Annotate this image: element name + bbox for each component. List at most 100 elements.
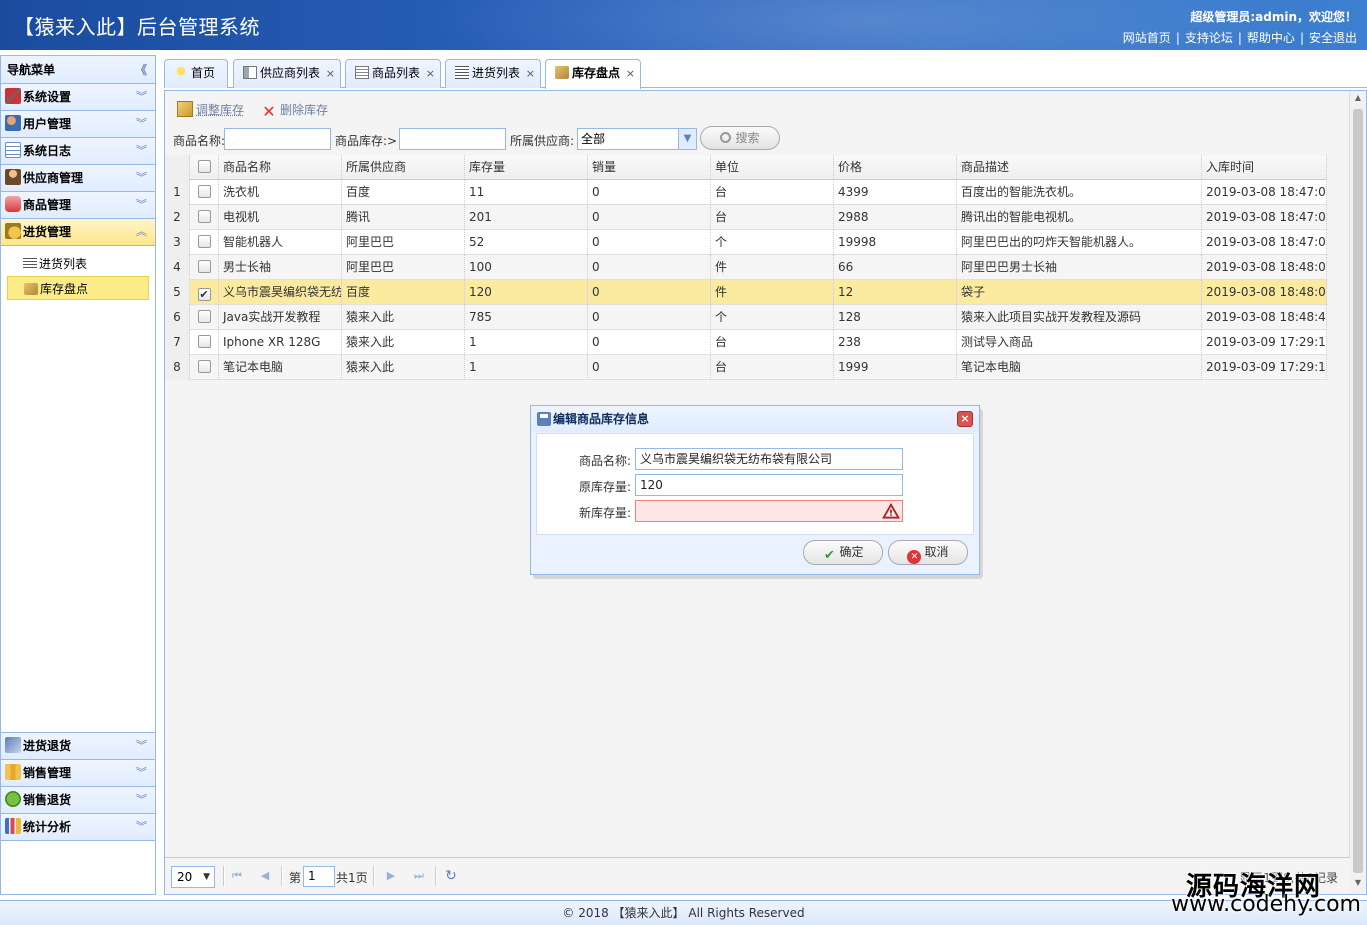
last-page-icon[interactable]: ⏭ <box>411 866 427 886</box>
row-select-cell[interactable] <box>190 280 219 305</box>
row-checkbox[interactable] <box>197 260 211 273</box>
column-header[interactable]: 单位 <box>711 155 834 180</box>
delete-stock-button[interactable]: ✕ 删除库存 <box>261 99 328 121</box>
table-row[interactable]: 5 义乌市震昊编织袋无纺百度1200件12袋子2019-03-08 18:48:0… <box>165 280 1327 305</box>
scroll-down-icon[interactable]: ▼ <box>1350 878 1366 892</box>
sidebar: 导航菜单 《 系统设置 ︾ 用户管理 ︾ 系统日志 ︾ 供应商管理 ︾ 商品管理… <box>0 55 156 895</box>
table-row[interactable]: 6 Java实战开发教程 猿来入此 785 0 个 128 猿来入此项目实战开发教程及源码 20… <box>165 305 1327 330</box>
table-row[interactable]: 1 洗衣机 百度 11 0 台 4399 百度出的智能洗衣机。 2019-03-08 18:47… <box>165 180 1327 205</box>
column-header[interactable]: 商品描述 <box>957 155 1202 180</box>
tab-label: 首页 <box>191 66 216 80</box>
sidebar-section-user-management[interactable]: 用户管理 ︾ <box>1 111 155 138</box>
purchase-icon <box>5 223 21 239</box>
table-row[interactable]: 7 Iphone XR 128G 猿来入此 1 0 台 238 测试导入商品 2019-03-0… <box>165 330 1327 355</box>
table-cell: 阿里巴巴出的叼炸天智能机器人。 <box>957 230 1202 255</box>
sidebar-section-supplier-management[interactable]: 供应商管理 ︾ <box>1 165 155 192</box>
table-cell: 0 <box>588 205 711 230</box>
users-icon <box>5 115 21 131</box>
scroll-up-icon[interactable]: ▲ <box>1350 93 1366 107</box>
collapse-sidebar-icon[interactable]: 《 <box>135 56 147 84</box>
close-tab-icon[interactable]: × <box>526 60 535 87</box>
row-select-cell[interactable] <box>190 230 219 255</box>
column-header[interactable]: 库存量 <box>465 155 588 180</box>
close-icon[interactable]: × <box>957 411 973 427</box>
table-row[interactable]: 8 笔记本电脑 猿来入此 1 0 台 1999 笔记本电脑 2019-03-09 17:29:1… <box>165 355 1327 380</box>
sidebar-section-sales-return[interactable]: 销售退货 ︾ <box>1 787 155 814</box>
row-checkbox[interactable] <box>197 235 211 248</box>
tab-home[interactable]: 首页 <box>164 59 228 88</box>
confirm-button[interactable]: ✔ 确定 <box>803 540 883 565</box>
help-link[interactable]: 帮助中心 <box>1247 31 1295 45</box>
row-select-cell[interactable] <box>190 330 219 355</box>
sidebar-item-stock-check[interactable]: 库存盘点 <box>7 276 149 300</box>
row-select-cell[interactable] <box>190 305 219 330</box>
row-checkbox[interactable] <box>197 185 211 198</box>
row-select-cell[interactable] <box>190 205 219 230</box>
scrollbar-thumb[interactable] <box>1353 109 1363 873</box>
logout-link[interactable]: 安全退出 <box>1309 31 1357 45</box>
close-tab-icon[interactable]: × <box>626 60 635 87</box>
vertical-scrollbar[interactable]: ▲ ▼ <box>1349 91 1365 894</box>
tab-purchase-list[interactable]: 进货列表 × <box>445 59 541 88</box>
sidebar-section-product-management[interactable]: 商品管理 ︾ <box>1 192 155 219</box>
column-header[interactable]: 所属供应商 <box>342 155 465 180</box>
column-header[interactable]: 商品名称 <box>219 155 342 180</box>
column-header[interactable]: 入库时间 <box>1202 155 1327 180</box>
tab-stock-check[interactable]: 库存盘点 × <box>545 59 641 89</box>
dialog-header: 编辑商品库存信息 × <box>531 406 979 432</box>
sales-icon <box>5 764 21 780</box>
column-header[interactable]: 价格 <box>834 155 957 180</box>
table-row[interactable]: 4 男士长袖 阿里巴巴 100 0 件 66 阿里巴巴男士长袖 2019-03-08 18:48… <box>165 255 1327 280</box>
column-header[interactable]: 销量 <box>588 155 711 180</box>
product-name-field[interactable]: 义乌市震昊编织袋无纺布袋有限公司 <box>635 448 903 470</box>
product-name-input[interactable] <box>224 128 331 150</box>
row-select-cell[interactable] <box>190 355 219 380</box>
sidebar-section-system-log[interactable]: 系统日志 ︾ <box>1 138 155 165</box>
page-size-select[interactable]: 20 ▼ <box>171 866 215 888</box>
sidebar-section-sales-management[interactable]: 销售管理 ︾ <box>1 760 155 787</box>
search-button[interactable]: 搜索 <box>700 126 780 150</box>
sidebar-section-statistics[interactable]: 统计分析 ︾ <box>1 814 155 841</box>
tab-product-list[interactable]: 商品列表 × <box>345 59 441 88</box>
stock-greater-input[interactable] <box>399 128 506 150</box>
watermark-url: www.codehy.com <box>1171 892 1361 917</box>
chevron-down-icon: ︾ <box>136 766 147 779</box>
next-page-icon[interactable]: ▶ <box>383 866 399 886</box>
home-link[interactable]: 网站首页 <box>1123 31 1171 45</box>
product-name-label: 商品名称: <box>173 134 226 148</box>
row-checkbox[interactable] <box>197 310 211 323</box>
row-checkbox[interactable] <box>197 360 211 373</box>
refresh-icon[interactable]: ↻ <box>443 866 459 886</box>
table-cell: 0 <box>588 355 711 380</box>
table-row[interactable]: 2 电视机 腾讯 201 0 台 2988 腾讯出的智能电视机。 2019-03-08 18:4… <box>165 205 1327 230</box>
tab-label: 商品列表 <box>372 66 421 80</box>
row-checkbox[interactable] <box>197 335 211 348</box>
adjust-stock-button[interactable]: 调整库存 <box>177 99 244 121</box>
sidebar-section-purchase-return[interactable]: 进货退货 ︾ <box>1 733 155 760</box>
page-footer: © 2018 【猿来入此】 All Rights Reserved <box>0 900 1367 925</box>
select-all-cell[interactable] <box>190 155 219 180</box>
page-total: 共1页 <box>336 871 368 885</box>
row-select-cell[interactable] <box>190 180 219 205</box>
close-tab-icon[interactable]: × <box>426 60 435 87</box>
sidebar-section-purchase-management[interactable]: 进货管理 ︽ <box>1 219 155 246</box>
forum-link[interactable]: 支持论坛 <box>1185 31 1233 45</box>
row-select-cell[interactable] <box>190 255 219 280</box>
tab-supplier-list[interactable]: 供应商列表 × <box>233 59 341 88</box>
row-checkbox[interactable] <box>197 288 211 301</box>
cancel-button[interactable]: ✕ 取消 <box>888 540 968 565</box>
select-all-checkbox[interactable] <box>197 160 211 173</box>
page-number-input[interactable]: 1 <box>303 866 335 887</box>
row-checkbox[interactable] <box>197 210 211 223</box>
table-row[interactable]: 3 智能机器人 阿里巴巴 52 0 个 19998 阿里巴巴出的叼炸天智能机器人。 2019-0… <box>165 230 1327 255</box>
old-stock-field[interactable]: 120 <box>635 474 903 496</box>
prev-page-icon[interactable]: ◀ <box>257 866 273 886</box>
table-cell: 0 <box>588 330 711 355</box>
first-page-icon[interactable]: ⏮ <box>229 866 245 886</box>
new-stock-field[interactable] <box>635 500 903 522</box>
sidebar-item-purchase-list[interactable]: 进货列表 <box>7 252 149 276</box>
supplier-select[interactable]: 全部 ▼ <box>577 128 697 150</box>
sidebar-section-system-settings[interactable]: 系统设置 ︾ <box>1 84 155 111</box>
chevron-down-icon[interactable]: ▼ <box>678 129 696 149</box>
close-tab-icon[interactable]: × <box>326 60 335 87</box>
